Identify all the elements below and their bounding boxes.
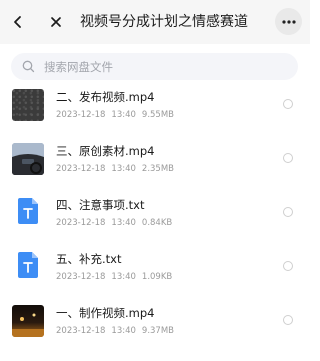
- file-name: 三、原创素材.mp4: [56, 144, 155, 158]
- file-meta: 2023-12-18 13:40 0.84KB: [56, 217, 178, 229]
- select-radio[interactable]: [283, 153, 293, 163]
- select-radio[interactable]: [283, 315, 293, 325]
- file-size: 1.09KB: [141, 272, 173, 282]
- file-date: 2023-12-18: [56, 110, 106, 120]
- close-button[interactable]: [42, 8, 70, 36]
- chevron-left-icon: [14, 16, 21, 28]
- back-button[interactable]: [4, 8, 32, 36]
- file-date: 2023-12-18: [56, 272, 106, 282]
- file-name: 五、补充.txt: [56, 252, 122, 266]
- file-name: 四、注意事项.txt: [56, 198, 145, 212]
- file-name: 一、制作视频.mp4: [56, 306, 155, 320]
- select-radio[interactable]: [283, 261, 293, 271]
- file-list: 二、发布视频.mp4 2023-12-18 13:40 9.55MB 三、原创素材.…: [0, 80, 310, 350]
- video-thumbnail: [12, 143, 44, 175]
- file-date: 2023-12-18: [56, 164, 106, 174]
- txt-file-icon: [18, 252, 38, 278]
- file-time: 13:40: [111, 326, 136, 336]
- video-thumbnail: [12, 89, 44, 121]
- file-list-screen: 视频号分成计划之情感赛道 二、发布视频.mp4 2023-12-18 13:40 9…: [0, 0, 310, 361]
- car-interior-image: [12, 143, 44, 175]
- list-item[interactable]: 四、注意事项.txt 2023-12-18 13:40 0.84KB: [0, 188, 310, 242]
- page-title: 视频号分成计划之情感赛道: [80, 14, 248, 30]
- video-thumbnail: [12, 305, 44, 337]
- close-icon: [51, 17, 61, 27]
- list-item[interactable]: 一、制作视频.mp4 2023-12-18 13:40 9.37MB: [0, 296, 310, 350]
- search-input[interactable]: [44, 59, 284, 74]
- file-time: 13:40: [111, 164, 136, 174]
- select-radio[interactable]: [283, 207, 293, 217]
- more-button[interactable]: [275, 8, 302, 35]
- file-meta: 2023-12-18 13:40 9.37MB: [56, 325, 180, 337]
- file-date: 2023-12-18: [56, 218, 106, 228]
- night-street-image: [12, 313, 44, 337]
- search-icon: [20, 59, 36, 75]
- file-meta: 2023-12-18 13:40 1.09KB: [56, 271, 178, 283]
- file-size: 9.37MB: [141, 326, 174, 336]
- list-item[interactable]: 三、原创素材.mp4 2023-12-18 13:40 2.35MB: [0, 134, 310, 188]
- file-size: 2.35MB: [141, 164, 174, 174]
- txt-file-icon: [18, 198, 38, 224]
- search-bar[interactable]: [11, 53, 298, 80]
- file-time: 13:40: [111, 218, 136, 228]
- file-name: 二、发布视频.mp4: [56, 90, 155, 104]
- select-radio[interactable]: [283, 99, 293, 109]
- list-item[interactable]: 五、补充.txt 2023-12-18 13:40 1.09KB: [0, 242, 310, 296]
- file-time: 13:40: [111, 272, 136, 282]
- more-dots-icon: [281, 19, 296, 24]
- file-size: 9.55MB: [141, 110, 174, 120]
- list-item[interactable]: 二、发布视频.mp4 2023-12-18 13:40 9.55MB: [0, 80, 310, 134]
- file-size: 0.84KB: [141, 218, 173, 228]
- file-meta: 2023-12-18 13:40 2.35MB: [56, 163, 180, 175]
- file-time: 13:40: [111, 110, 136, 120]
- file-date: 2023-12-18: [56, 326, 106, 336]
- file-meta: 2023-12-18 13:40 9.55MB: [56, 109, 180, 121]
- top-bar: 视频号分成计划之情感赛道: [0, 0, 310, 44]
